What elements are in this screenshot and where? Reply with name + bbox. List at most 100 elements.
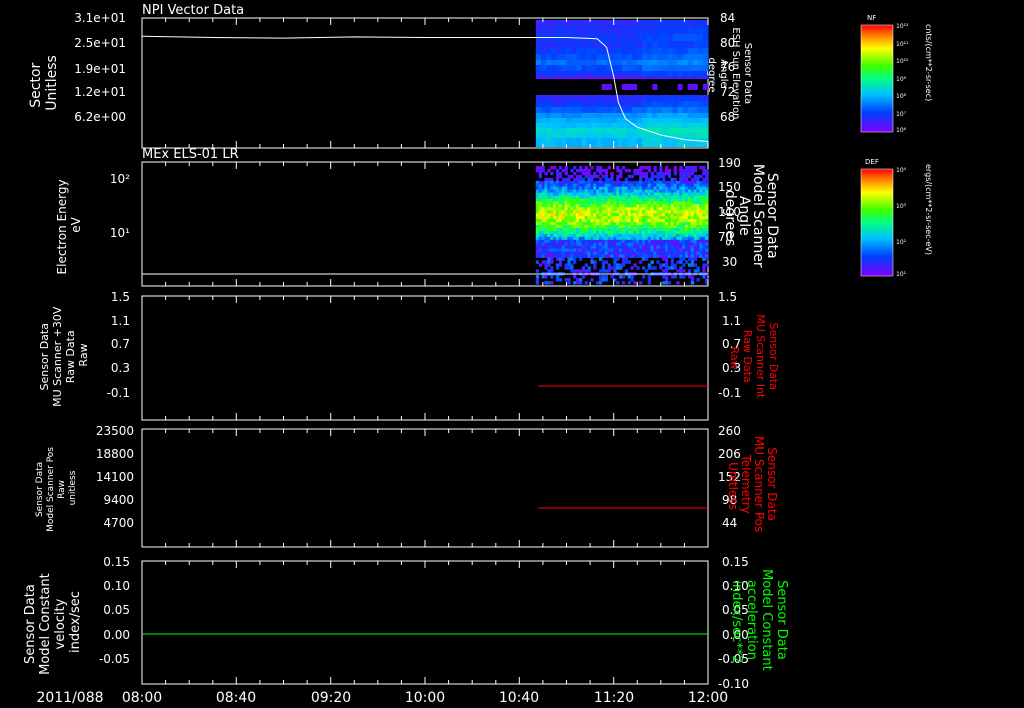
- spectrogram-cell: [550, 180, 554, 185]
- spectrogram-cell: [621, 20, 628, 27]
- spectrogram-cell: [652, 41, 658, 48]
- spectrogram-cell: [662, 233, 666, 238]
- spectrogram-cell: [679, 233, 683, 238]
- spectrogram-cell: [699, 166, 703, 170]
- spectrogram-cell: [616, 123, 623, 128]
- spectrogram-cell: [535, 216, 540, 220]
- spectrogram-cell: [690, 207, 695, 211]
- spectrogram-cell: [647, 34, 653, 41]
- spectrogram-cell: [551, 54, 557, 60]
- spectrogram-cell: [667, 95, 674, 101]
- spectrogram-cell: [667, 138, 674, 147]
- spectrogram-cell: [604, 245, 608, 250]
- spectrogram-cell: [677, 84, 683, 90]
- spectrogram-cell: [659, 230, 663, 235]
- spectrogram-cell: [601, 101, 608, 107]
- spectrogram-cell: [682, 54, 689, 60]
- spectrogram-cell: [604, 275, 608, 279]
- spectrogram-cell: [593, 260, 597, 264]
- spectrogram-cell: [670, 195, 674, 199]
- spectrogram-cell: [697, 65, 704, 71]
- spectrogram-cell: [653, 189, 657, 193]
- spectrogram-cell: [584, 225, 588, 229]
- spectrogram-cell: [679, 174, 683, 179]
- spectrogram-cell: [596, 251, 600, 255]
- spectrogram-cell: [581, 20, 588, 27]
- spectrogram-cell: [550, 275, 554, 279]
- spectrogram-cell: [619, 168, 623, 173]
- spectrogram-cell: [616, 41, 623, 48]
- spectrogram-cell: [546, 118, 552, 123]
- spectrogram-cell: [547, 257, 551, 261]
- spectrogram-cell: [544, 198, 548, 202]
- spectrogram-cell: [573, 239, 577, 244]
- spectrogram-cell: [573, 260, 577, 264]
- spectrogram-cell: [647, 233, 651, 238]
- spectrogram-cell: [596, 225, 600, 229]
- spectrogram-cell: [685, 180, 689, 185]
- spectrogram-cell: [642, 183, 646, 188]
- spectrogram-cell: [637, 118, 643, 123]
- spectrogram-cell: [610, 236, 614, 241]
- spectrogram-cell: [613, 251, 617, 255]
- spectrogram-cell: [639, 204, 643, 208]
- spectrogram-cell: [538, 207, 542, 211]
- spectrogram-cell: [593, 216, 597, 220]
- spectrogram-cell: [642, 138, 648, 147]
- spectrogram-cell: [564, 168, 568, 173]
- spectrogram-cell: [624, 198, 629, 202]
- spectrogram-cell: [550, 236, 554, 241]
- spectrogram-cell: [571, 48, 577, 54]
- spectrogram-cell: [637, 113, 643, 118]
- spectrogram-cell: [584, 254, 588, 258]
- spectrogram-cell: [546, 95, 552, 101]
- spectrogram-cell: [555, 278, 560, 282]
- spectrogram-cell: [642, 266, 646, 270]
- spectrogram-cell: [672, 65, 679, 71]
- spectrogram-cell: [642, 230, 646, 235]
- spectrogram-cell: [692, 123, 699, 128]
- panel-title: MEx ELS-01 LR: [142, 147, 239, 162]
- spectrogram-cell: [653, 201, 657, 205]
- spectrogram-cell: [677, 95, 684, 101]
- spectrogram-cell: [650, 171, 654, 176]
- spectrogram-cell: [630, 213, 634, 217]
- spectrogram-cell: [550, 225, 554, 229]
- spectrogram-cell: [593, 227, 597, 232]
- spectrogram-cell: [550, 260, 554, 264]
- spectrogram-cell: [610, 213, 614, 217]
- tick-label: 10¹: [110, 226, 130, 240]
- spectrogram-cell: [573, 236, 577, 241]
- spectrogram-cell: [682, 107, 689, 113]
- spectrogram-cell: [705, 195, 709, 199]
- spectrogram-cell: [564, 263, 568, 267]
- spectrogram-cell: [682, 60, 689, 65]
- spectrogram-cell: [662, 118, 669, 123]
- spectrogram-cell: [687, 34, 694, 41]
- spectrogram-cell: [647, 95, 653, 101]
- spectrogram-cell: [547, 251, 551, 255]
- spectrogram-cell: [578, 198, 583, 202]
- spectrogram-cell: [687, 201, 692, 205]
- spectrogram-cell: [650, 213, 654, 217]
- spectrogram-cell: [581, 266, 586, 270]
- spectrogram-cell: [662, 65, 669, 71]
- spectrogram-cell: [538, 263, 542, 267]
- spectrogram-cell: [705, 204, 709, 208]
- spectrogram-cell: [555, 225, 560, 229]
- spectrogram-cell: [535, 60, 542, 65]
- spectrogram-cell: [540, 133, 547, 138]
- spectrogram-cell: [624, 204, 629, 208]
- spectrogram-cell: [627, 84, 633, 90]
- spectrogram-cell: [673, 275, 677, 279]
- spectrogram-cell: [662, 48, 669, 54]
- spectrogram-cell: [596, 204, 600, 208]
- spectrogram-cell: [596, 219, 600, 223]
- spectrogram-cell: [540, 138, 547, 147]
- spectrogram-cell: [587, 207, 591, 211]
- spectrogram-cell: [616, 204, 620, 208]
- spectrogram-cell: [606, 133, 613, 138]
- spectrogram-cell: [624, 242, 629, 247]
- spectrogram-cell: [697, 113, 704, 118]
- spectrogram-cell: [632, 101, 638, 107]
